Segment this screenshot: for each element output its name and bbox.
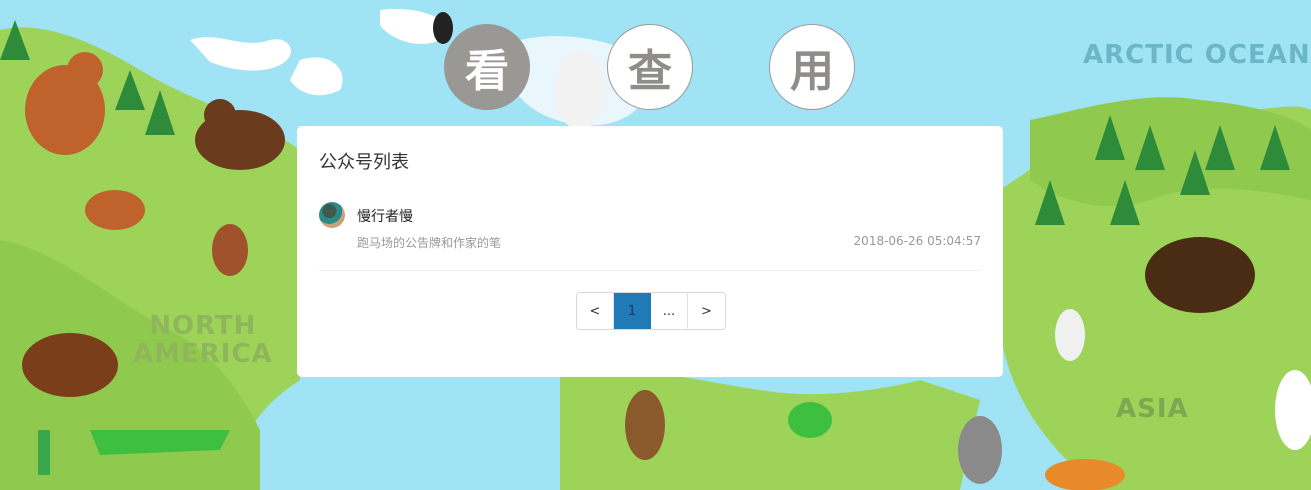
page-1-button[interactable]: 1 [614, 293, 651, 329]
map-label-asia: ASIA [1116, 394, 1189, 424]
account-description: 跑马场的公告牌和作家的笔 [357, 236, 502, 250]
map-label-arctic-ocean: ARCTIC OCEAN [1083, 40, 1311, 70]
map-label-america: AMERICA [133, 339, 273, 369]
next-page-button[interactable]: > [688, 293, 725, 329]
nav-circle-cha[interactable]: 查 [607, 24, 693, 110]
account-name[interactable]: 慢行者慢 [357, 206, 413, 226]
list-item[interactable]: 慢行者慢 跑马场的公告牌和作家的笔 2018-06-26 05:04:57 [319, 200, 981, 271]
pagination: < 1 ... > [576, 292, 726, 330]
avatar-icon [319, 202, 345, 228]
account-list-card: 公众号列表 慢行者慢 跑马场的公告牌和作家的笔 2018-06-26 05:04… [297, 126, 1003, 377]
nav-circle-yong[interactable]: 用 [769, 24, 855, 110]
card-title: 公众号列表 [319, 152, 409, 173]
nav-circle-kan[interactable]: 看 [444, 24, 530, 110]
map-label-north: NORTH [149, 311, 257, 341]
prev-page-button[interactable]: < [577, 293, 614, 329]
account-timestamp: 2018-06-26 05:04:57 [853, 234, 981, 248]
pagination-ellipsis: ... [651, 293, 688, 329]
map-label-north-america: NORTH AMERICA [133, 312, 273, 368]
